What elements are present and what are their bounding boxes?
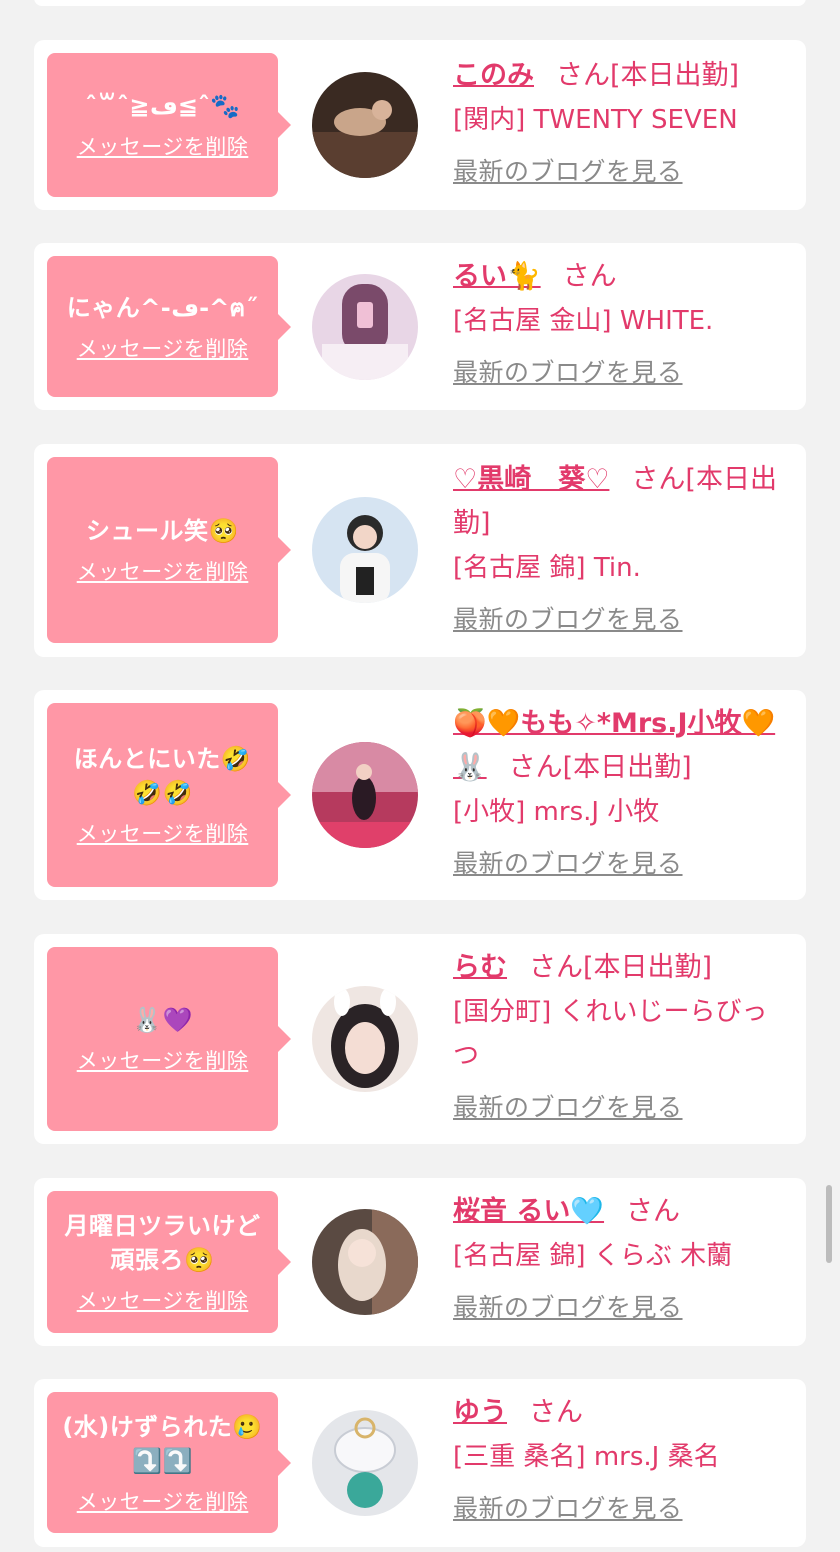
san-label: さん <box>562 261 617 292</box>
san-label: さん <box>626 1196 681 1227</box>
cast-name-link[interactable]: るい🐈 <box>453 261 541 292</box>
delete-message-link[interactable]: メッセージを削除 <box>77 1285 249 1315</box>
delete-message-link[interactable]: メッセージを削除 <box>77 131 249 161</box>
cast-name-link[interactable]: ゆう <box>453 1397 507 1428</box>
shop-name: [三重 桑名] mrs.J 桑名 <box>453 1442 720 1472</box>
san-label: さん <box>508 752 563 783</box>
cast-info: ゆう さん [三重 桑名] mrs.J 桑名 最新のブログを見る <box>453 1391 790 1525</box>
message-bubble: ほんとにいた🤣🤣🤣 メッセージを削除 <box>47 703 291 887</box>
latest-blog-link[interactable]: 最新のブログを見る <box>453 152 683 188</box>
latest-blog-link[interactable]: 最新のブログを見る <box>453 1489 683 1525</box>
latest-blog-link[interactable]: 最新のブログを見る <box>453 1288 683 1324</box>
avatar[interactable] <box>312 1410 418 1516</box>
avatar[interactable] <box>312 1209 418 1315</box>
cast-info: るい🐈 さん [名古屋 金山] WHITE. 最新のブログを見る <box>453 255 790 389</box>
shop-name: [国分町] くれいじーらびっつ <box>453 997 768 1071</box>
message-text: 月曜日ツラいけど頑張ろ🥺 <box>64 1212 261 1274</box>
shop-name: [名古屋 金山] WHITE. <box>453 306 714 336</box>
san-label: さん <box>631 464 686 495</box>
message-text: ほんとにいた🤣🤣🤣 <box>73 745 252 807</box>
cast-name-link[interactable]: らむ <box>453 952 507 983</box>
cast-info: らむ さん[本日出勤] [国分町] くれいじーらびっつ 最新のブログを見る <box>453 946 790 1124</box>
message-text: シュール笑🥺 <box>86 517 239 545</box>
avatar-photo <box>312 72 418 178</box>
avatar-photo <box>312 1209 418 1315</box>
delete-message-link[interactable]: メッセージを削除 <box>77 1045 249 1075</box>
shop-name: [名古屋 錦] Tin. <box>453 553 641 583</box>
message-text: 🐰💜 <box>132 1006 193 1034</box>
message-bubble: (水)けずられた🥲⤵️⤵️ メッセージを削除 <box>47 1392 291 1533</box>
san-label: さん <box>556 60 610 91</box>
latest-blog-link[interactable]: 最新のブログを見る <box>453 353 683 389</box>
delete-message-link[interactable]: メッセージを削除 <box>77 556 249 586</box>
avatar[interactable] <box>312 497 418 603</box>
message-card: ほんとにいた🤣🤣🤣 メッセージを削除 🍑🧡もも✧*Mrs.J小牧🧡🐰 さん[本日出… <box>34 690 806 900</box>
delete-message-link[interactable]: メッセージを削除 <box>77 818 249 848</box>
attendance-status: [本日出勤] <box>610 60 740 91</box>
message-text: にゃん^-ڡ-^ฅ˝ <box>66 293 259 322</box>
message-bubble: 月曜日ツラいけど頑張ろ🥺 メッセージを削除 <box>47 1191 291 1333</box>
attendance-status: [本日出勤] <box>583 952 713 983</box>
shop-name: [小牧] mrs.J 小牧 <box>453 797 660 827</box>
name-line: ゆう さん <box>453 1391 790 1435</box>
cast-name-link[interactable]: 桜音 るい🩵 <box>453 1196 604 1227</box>
name-line: 🍑🧡もも✧*Mrs.J小牧🧡🐰 さん[本日出勤] <box>453 702 790 790</box>
cast-info: 🍑🧡もも✧*Mrs.J小牧🧡🐰 さん[本日出勤] [小牧] mrs.J 小牧 最新… <box>453 702 790 880</box>
scrollbar[interactable] <box>826 1185 832 1263</box>
message-card: 🐰💜 メッセージを削除 らむ さん[本日出勤] [国分町] くれいじーらびっつ 最… <box>34 934 806 1144</box>
message-bubble: 🐰💜 メッセージを削除 <box>47 947 291 1131</box>
san-label: さん <box>529 952 583 983</box>
message-text: ˆ꒳ˆ≧ڡ≦ˆ🐾 <box>85 92 240 120</box>
avatar-photo <box>312 986 418 1092</box>
name-line: このみ さん[本日出勤] <box>453 54 790 98</box>
san-label: さん <box>529 1397 583 1428</box>
cast-info: このみ さん[本日出勤] [関内] TWENTY SEVEN 最新のブログを見る <box>453 54 790 188</box>
avatar-photo <box>312 742 418 848</box>
latest-blog-link[interactable]: 最新のブログを見る <box>453 844 683 880</box>
message-bubble: ˆ꒳ˆ≧ڡ≦ˆ🐾 メッセージを削除 <box>47 53 291 197</box>
avatar-photo <box>312 497 418 603</box>
delete-message-link[interactable]: メッセージを削除 <box>77 1486 249 1516</box>
avatar[interactable] <box>312 72 418 178</box>
message-bubble: シュール笑🥺 メッセージを削除 <box>47 457 291 643</box>
message-text: (水)けずられた🥲⤵️⤵️ <box>62 1412 263 1475</box>
shop-name: [関内] TWENTY SEVEN <box>453 105 738 135</box>
message-bubble: にゃん^-ڡ-^ฅ˝ メッセージを削除 <box>47 256 291 397</box>
avatar-photo <box>312 1410 418 1516</box>
cast-name-link[interactable]: このみ <box>453 60 534 91</box>
name-line: らむ さん[本日出勤] <box>453 946 790 990</box>
name-line: るい🐈 さん <box>453 255 790 299</box>
previous-card-edge <box>34 0 806 6</box>
avatar[interactable] <box>312 742 418 848</box>
cast-name-link[interactable]: ♡黒崎 葵♡ <box>453 464 609 495</box>
attendance-status: [本日出勤] <box>562 752 692 783</box>
message-list-page: ˆ꒳ˆ≧ڡ≦ˆ🐾 メッセージを削除 このみ さん[本日出勤] [関内] TWENT… <box>0 0 840 1552</box>
name-line: 桜音 るい🩵 さん <box>453 1190 790 1234</box>
message-card: ˆ꒳ˆ≧ڡ≦ˆ🐾 メッセージを削除 このみ さん[本日出勤] [関内] TWENT… <box>34 40 806 210</box>
message-card: シュール笑🥺 メッセージを削除 ♡黒崎 葵♡ さん[本日出勤] [名古屋 錦] T… <box>34 444 806 657</box>
name-line: ♡黒崎 葵♡ さん[本日出勤] <box>453 458 790 546</box>
message-card: (水)けずられた🥲⤵️⤵️ メッセージを削除 ゆう さん [三重 桑名] mrs.… <box>34 1379 806 1547</box>
cast-info: 桜音 るい🩵 さん [名古屋 錦] くらぶ 木蘭 最新のブログを見る <box>453 1190 790 1324</box>
latest-blog-link[interactable]: 最新のブログを見る <box>453 600 683 636</box>
message-card: にゃん^-ڡ-^ฅ˝ メッセージを削除 るい🐈 さん [名古屋 金山] WHITE… <box>34 243 806 410</box>
delete-message-link[interactable]: メッセージを削除 <box>77 333 249 363</box>
avatar[interactable] <box>312 274 418 380</box>
avatar[interactable] <box>312 986 418 1092</box>
cast-info: ♡黒崎 葵♡ さん[本日出勤] [名古屋 錦] Tin. 最新のブログを見る <box>453 458 790 636</box>
message-card: 月曜日ツラいけど頑張ろ🥺 メッセージを削除 桜音 るい🩵 さん [名古屋 錦] く… <box>34 1178 806 1346</box>
avatar-photo <box>312 274 418 380</box>
shop-name: [名古屋 錦] くらぶ 木蘭 <box>453 1241 733 1271</box>
latest-blog-link[interactable]: 最新のブログを見る <box>453 1088 683 1124</box>
